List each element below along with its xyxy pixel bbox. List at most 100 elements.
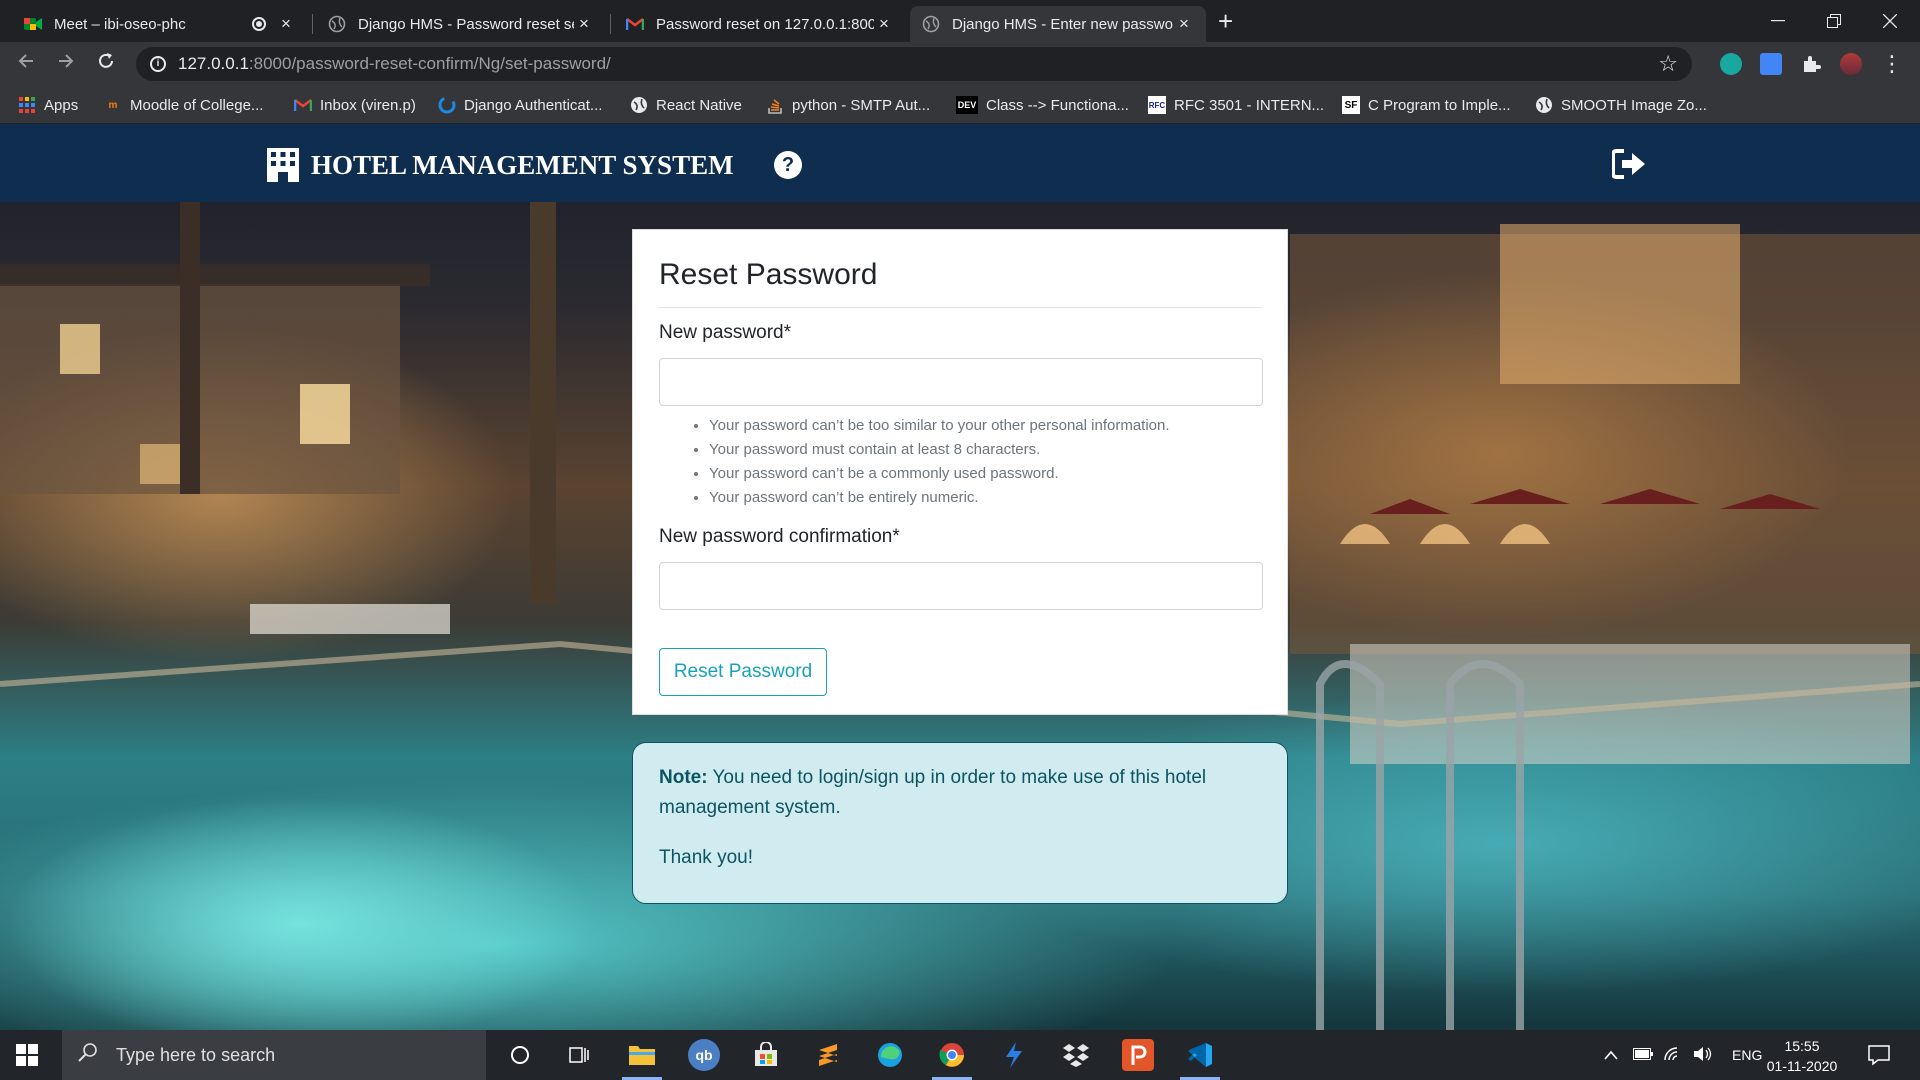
edge-icon[interactable] bbox=[874, 1039, 906, 1071]
password-help-list: Your password can’t be too similar to yo… bbox=[659, 414, 1261, 510]
password-help-item: Your password must contain at least 8 ch… bbox=[709, 438, 1261, 462]
vscode-icon[interactable] bbox=[1184, 1039, 1216, 1071]
postman-icon[interactable] bbox=[1122, 1039, 1154, 1071]
dropbox-icon[interactable] bbox=[1060, 1039, 1092, 1071]
taskbar-clock[interactable]: 15:55 01-11-2020 bbox=[1762, 1036, 1842, 1076]
password-help-item: Your password can’t be entirely numeric. bbox=[709, 486, 1261, 510]
qbittorrent-icon[interactable]: qb bbox=[688, 1039, 720, 1071]
language-indicator[interactable]: ENG bbox=[1732, 1047, 1762, 1063]
close-tab-icon[interactable]: × bbox=[574, 14, 594, 34]
browser-tab-strip: Meet – ibi-oseo-phc × Django HMS - Passw… bbox=[0, 0, 1920, 42]
restore-icon[interactable] bbox=[1806, 0, 1862, 42]
note-message: You need to login/sign up in order to ma… bbox=[659, 767, 1207, 818]
site-brand[interactable]: HOTEL MANAGEMENT SYSTEM bbox=[265, 148, 734, 182]
bookmark-smooth-image-zoom[interactable]: SMOOTH Image Zo... bbox=[1535, 94, 1707, 116]
windows-start-icon[interactable] bbox=[16, 1044, 38, 1066]
close-tab-icon[interactable]: × bbox=[276, 14, 296, 34]
globe-icon bbox=[922, 15, 940, 33]
battery-icon[interactable] bbox=[1628, 1047, 1658, 1063]
taskbar-search-box[interactable]: Type here to search bbox=[62, 1030, 486, 1080]
system-tray: ENG bbox=[1600, 1030, 1762, 1080]
tab-title: Django HMS - Password reset se bbox=[358, 15, 574, 33]
web-page: HOTEL MANAGEMENT SYSTEM ? Reset Password… bbox=[0, 124, 1920, 1030]
forward-icon[interactable] bbox=[52, 50, 80, 78]
brand-title: HOTEL MANAGEMENT SYSTEM bbox=[311, 149, 734, 180]
confirm-password-label: New password confirmation* bbox=[659, 526, 900, 547]
sublime-text-icon[interactable] bbox=[812, 1039, 844, 1071]
minimize-icon[interactable] bbox=[1750, 0, 1806, 42]
close-tab-icon[interactable]: × bbox=[1174, 14, 1194, 34]
bookmark-react-native[interactable]: React Native bbox=[630, 94, 742, 116]
globe-icon bbox=[328, 15, 346, 33]
reset-password-card: Reset Password New password* Your passwo… bbox=[632, 229, 1288, 715]
bookmark-inbox[interactable]: Inbox (viren.p) bbox=[294, 94, 416, 116]
card-title: Reset Password bbox=[659, 250, 1261, 308]
logout-icon[interactable] bbox=[1612, 149, 1646, 179]
gmail-icon bbox=[294, 96, 312, 114]
bookmark-apps[interactable]: Apps bbox=[18, 94, 78, 116]
tab-enter-new-password[interactable]: Django HMS - Enter new passwo × bbox=[910, 6, 1206, 42]
chrome-icon[interactable] bbox=[936, 1039, 968, 1071]
profile-avatar[interactable] bbox=[1840, 53, 1862, 75]
close-window-icon[interactable] bbox=[1862, 0, 1918, 42]
cortana-icon[interactable] bbox=[504, 1039, 536, 1071]
note-text: Note: You need to login/sign up in order… bbox=[659, 763, 1261, 823]
task-view-icon[interactable] bbox=[564, 1039, 596, 1071]
microsoft-store-icon[interactable] bbox=[750, 1039, 782, 1071]
url-text: 127.0.0.1:8000/password-reset-confirm/Ng… bbox=[178, 54, 611, 73]
password-help-item: Your password can’t be a commonly used p… bbox=[709, 462, 1261, 486]
globe-icon bbox=[1535, 96, 1553, 114]
auth0-icon bbox=[438, 96, 456, 114]
moodle-icon: m bbox=[108, 99, 118, 111]
bookmark-rfc-3501[interactable]: RFC RFC 3501 - INTERN... bbox=[1148, 94, 1324, 116]
extension-m-icon[interactable] bbox=[1720, 53, 1742, 75]
back-icon[interactable] bbox=[12, 50, 40, 78]
site-navbar: HOTEL MANAGEMENT SYSTEM ? bbox=[0, 124, 1920, 202]
bookmark-star-icon[interactable]: ☆ bbox=[1658, 51, 1678, 77]
login-note-alert: Note: You need to login/sign up in order… bbox=[632, 742, 1288, 904]
bookmark-django-auth[interactable]: Django Authenticat... bbox=[438, 94, 602, 116]
rfc-icon: RFC bbox=[1148, 96, 1166, 114]
tab-meet[interactable]: Meet – ibi-oseo-phc × bbox=[12, 6, 308, 42]
dev-icon: DEV bbox=[956, 96, 978, 114]
new-tab-button[interactable]: + bbox=[1218, 8, 1233, 34]
chevron-up-icon[interactable] bbox=[1600, 1047, 1622, 1063]
search-icon bbox=[74, 1042, 102, 1068]
note-thanks: Thank you! bbox=[659, 847, 753, 868]
bookmark-class-functional[interactable]: DEV Class --> Functiona... bbox=[956, 94, 1129, 116]
azure-data-studio-icon[interactable] bbox=[998, 1039, 1030, 1071]
help-icon[interactable]: ? bbox=[774, 151, 802, 179]
google-meet-icon bbox=[24, 15, 42, 33]
tab-title: Django HMS - Enter new passwo bbox=[952, 15, 1173, 33]
notifications-icon[interactable] bbox=[1868, 1044, 1890, 1066]
bookmark-python-smtp[interactable]: python - SMTP Aut... bbox=[766, 94, 930, 116]
tab-divider bbox=[312, 14, 313, 34]
site-info-icon[interactable]: i bbox=[150, 56, 166, 72]
reset-password-button[interactable]: Reset Password bbox=[659, 648, 827, 696]
tab-divider bbox=[610, 14, 611, 34]
gmail-icon bbox=[626, 15, 644, 33]
browser-menu-icon[interactable]: ⋮ bbox=[1878, 50, 1906, 78]
address-bar[interactable]: i 127.0.0.1:8000/password-reset-confirm/… bbox=[136, 47, 1692, 81]
bookmark-moodle[interactable]: m Moodle of College... bbox=[104, 94, 264, 116]
tab-password-reset-sent[interactable]: Django HMS - Password reset se × bbox=[316, 6, 606, 42]
new-password-label: New password* bbox=[659, 322, 791, 343]
new-password-input[interactable] bbox=[659, 358, 1263, 406]
hotel-icon bbox=[267, 148, 299, 182]
reload-icon[interactable] bbox=[92, 50, 120, 78]
volume-icon[interactable] bbox=[1688, 1046, 1718, 1065]
wifi-icon[interactable] bbox=[1658, 1046, 1688, 1065]
recording-icon bbox=[252, 17, 266, 31]
note-label: Note: bbox=[659, 767, 708, 788]
sf-icon: SF bbox=[1342, 96, 1360, 114]
google-translate-icon[interactable] bbox=[1760, 53, 1782, 75]
file-explorer-icon[interactable] bbox=[626, 1039, 658, 1071]
tab-gmail[interactable]: Password reset on 127.0.0.1:8000 × bbox=[614, 6, 906, 42]
tab-title: Password reset on 127.0.0.1:8000 bbox=[656, 15, 874, 33]
globe-icon bbox=[630, 96, 648, 114]
close-tab-icon[interactable]: × bbox=[874, 14, 894, 34]
extensions-puzzle-icon[interactable] bbox=[1800, 53, 1822, 75]
bookmark-c-program[interactable]: SF C Program to Imple... bbox=[1342, 94, 1511, 116]
confirm-password-input[interactable] bbox=[659, 562, 1263, 610]
apps-grid-icon bbox=[18, 96, 36, 114]
